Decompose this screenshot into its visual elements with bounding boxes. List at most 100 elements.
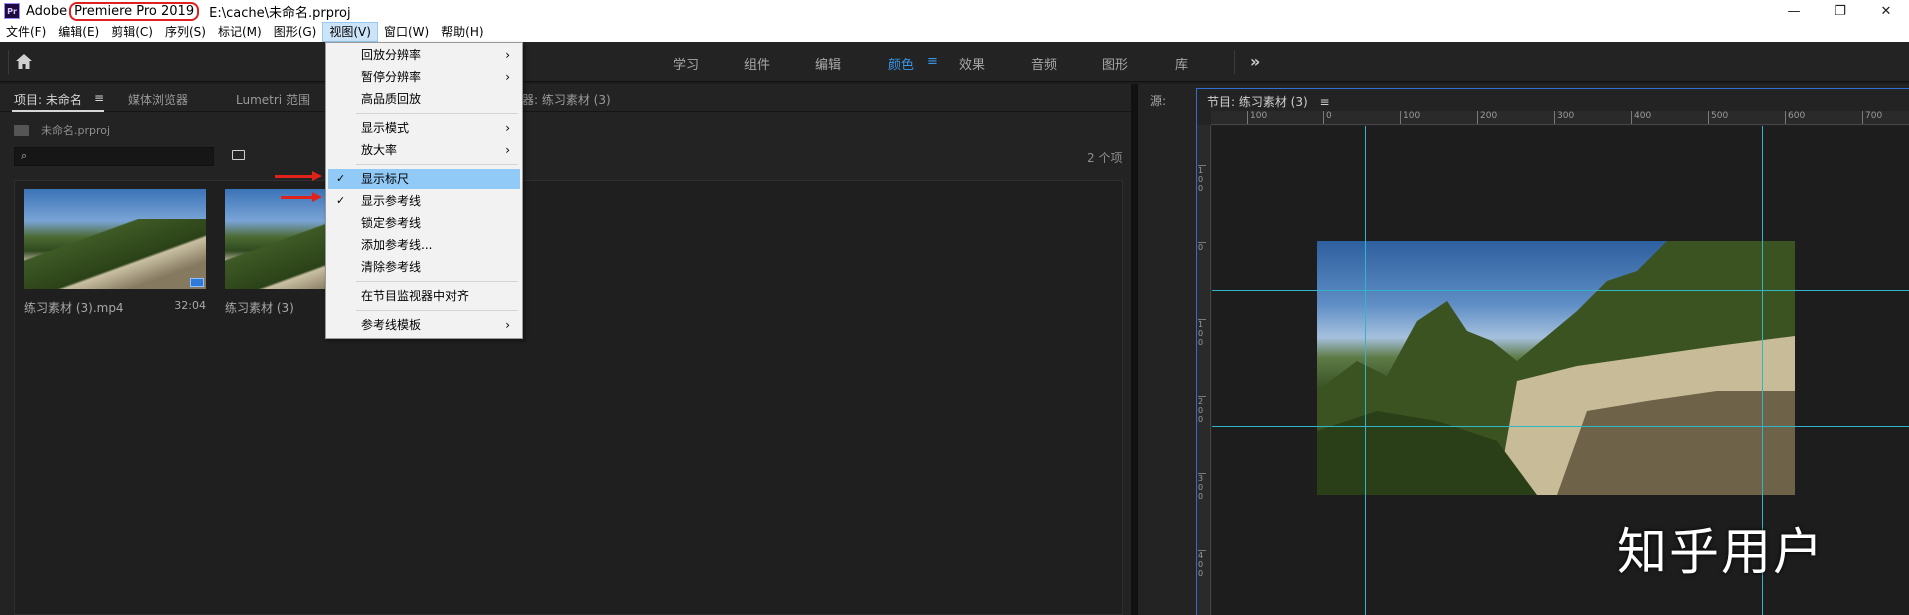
menu-item-label: 锁定参考线 [361, 216, 422, 230]
close-button[interactable]: ✕ [1863, 0, 1909, 22]
tab-assembly[interactable]: 组件 [744, 54, 770, 73]
horizontal-guide[interactable] [1212, 426, 1909, 427]
title-app-name: Premiere Pro 2019 [69, 1, 200, 21]
ruler-tick-label: 300 [1198, 473, 1206, 501]
menu-item-lock-guides[interactable]: 锁定参考线 [328, 213, 520, 233]
horizontal-ruler: 100 0 100 200 300 400 500 600 700 [1211, 111, 1909, 125]
workspace-bar: 学习 组件 编辑 颜色 ≡ 效果 音频 图形 库 » [0, 42, 1909, 82]
menu-item-show-guides[interactable]: ✓ 显示参考线 [328, 191, 520, 211]
menu-item-clear-guides[interactable]: 清除参考线 [328, 257, 520, 277]
clip-thumbnail[interactable] [24, 189, 206, 289]
home-icon[interactable] [14, 52, 34, 72]
workspace-menu-icon[interactable]: ≡ [927, 54, 938, 69]
menu-item-label: 高品质回放 [361, 92, 422, 106]
menu-sequence[interactable]: 序列(S) [159, 22, 212, 42]
menu-item-label: 显示模式 [361, 121, 410, 135]
menu-item-label: 显示参考线 [361, 194, 422, 208]
menu-file[interactable]: 文件(F) [0, 22, 52, 42]
vertical-ruler: 100 0 100 200 300 400 [1197, 125, 1211, 615]
tab-effects[interactable]: 效果 [959, 54, 985, 73]
tab-media-browser[interactable]: 媒体浏览器 [128, 91, 188, 108]
menu-bar: 文件(F) 编辑(E) 剪辑(C) 序列(S) 标记(M) 图形(G) 视图(V… [0, 22, 1909, 42]
menu-item-label: 参考线模板 [361, 318, 422, 332]
project-panel-tabs: 项目: 未命名 ≡ 媒体浏览器 Lumetri 范围 器: 练习素材 (3) [0, 84, 1131, 112]
ruler-tick-label: 100 [1400, 111, 1420, 124]
view-menu-dropdown: 回放分辨率 › 暂停分辨率 › 高品质回放 显示模式 › 放大率 › ✓ 显示标… [325, 42, 523, 339]
item-count: 2 个项 [1087, 151, 1123, 165]
tab-lumetri-scopes[interactable]: Lumetri 范围 [236, 91, 310, 108]
tab-libraries[interactable]: 库 [1175, 54, 1188, 73]
submenu-arrow-icon: › [505, 121, 510, 135]
more-workspaces-icon[interactable]: » [1250, 52, 1260, 71]
project-panel-menu-icon[interactable]: ≡ [94, 91, 104, 105]
ruler-tick-label: 0 [1323, 111, 1332, 124]
minimize-button[interactable]: — [1771, 0, 1817, 22]
project-search-input[interactable]: ⌕ [14, 147, 214, 166]
ruler-tick-label: 100 [1198, 165, 1206, 193]
annotation-arrow [281, 192, 322, 202]
watermark-text: 知乎用户 [1617, 523, 1825, 581]
menu-item-snap-in-program-monitor[interactable]: 在节目监视器中对齐 [328, 286, 520, 306]
title-bar: Pr Adobe Premiere Pro 2019 E:\cache\未命名.… [0, 0, 1909, 22]
tab-program-monitor[interactable]: 节目: 练习素材 (3) ≡ [1207, 93, 1330, 110]
ruler-tick-label: 500 [1708, 111, 1728, 124]
submenu-arrow-icon: › [505, 143, 510, 157]
panel-divider[interactable] [1131, 84, 1138, 615]
annotation-arrow [275, 171, 322, 181]
clip-item[interactable]: 练习素材 (3).mp4 32:04 [24, 189, 206, 316]
menu-separator [356, 164, 518, 165]
menu-item-label: 添加参考线... [361, 238, 433, 252]
tab-learning[interactable]: 学习 [673, 54, 699, 73]
ruler-tick-label: 200 [1198, 396, 1206, 424]
ruler-tick-label: 300 [1554, 111, 1574, 124]
horizontal-guide[interactable] [1212, 290, 1909, 291]
workspace-separator [1234, 50, 1235, 74]
menu-window[interactable]: 窗口(W) [378, 22, 435, 42]
clip-name: 练习素材 (3) [225, 301, 294, 315]
tab-source-clip[interactable]: 器: 练习素材 (3) [522, 91, 611, 108]
menu-item-playback-resolution[interactable]: 回放分辨率 › [328, 45, 520, 65]
tab-editing[interactable]: 编辑 [815, 54, 841, 73]
menu-clip[interactable]: 剪辑(C) [105, 22, 159, 42]
menu-markers[interactable]: 标记(M) [212, 22, 268, 42]
menu-item-display-mode[interactable]: 显示模式 › [328, 118, 520, 138]
menu-item-label: 放大率 [361, 143, 398, 157]
title-app-prefix: Adobe [26, 3, 68, 19]
menu-item-guide-templates[interactable]: 参考线模板 › [328, 315, 520, 335]
workspace-separator [8, 50, 9, 74]
title-project-path: E:\cache\未命名.prproj [209, 5, 351, 21]
tab-color[interactable]: 颜色 [888, 54, 914, 73]
restore-button[interactable]: ❐ [1817, 0, 1863, 22]
menu-item-magnification[interactable]: 放大率 › [328, 140, 520, 160]
tab-graphics[interactable]: 图形 [1102, 54, 1128, 73]
ruler-tick-label: 700 [1862, 111, 1882, 124]
ruler-tick-label: 400 [1631, 111, 1651, 124]
submenu-arrow-icon: › [505, 318, 510, 332]
menu-item-show-rulers[interactable]: ✓ 显示标尺 [328, 169, 520, 189]
tab-audio[interactable]: 音频 [1031, 54, 1057, 73]
menu-item-label: 回放分辨率 [361, 48, 422, 62]
clip-type-badge-icon [190, 278, 204, 287]
menu-item-high-quality-playback[interactable]: 高品质回放 [328, 89, 520, 109]
menu-view[interactable]: 视图(V) [322, 22, 378, 42]
menu-separator [356, 310, 518, 311]
premiere-logo-icon: Pr [4, 3, 20, 19]
menu-item-paused-resolution[interactable]: 暂停分辨率 › [328, 67, 520, 87]
program-panel-menu-icon[interactable]: ≡ [1320, 95, 1330, 109]
tab-source-monitor[interactable]: 源: [1150, 92, 1166, 109]
ruler-tick-label: 400 [1198, 550, 1206, 578]
submenu-arrow-icon: › [505, 70, 510, 84]
ruler-tick-label: 100 [1198, 319, 1206, 347]
new-search-bin-icon[interactable] [232, 150, 245, 160]
vertical-guide[interactable] [1365, 126, 1366, 615]
tab-project[interactable]: 项目: 未命名 [14, 91, 82, 108]
menu-edit[interactable]: 编辑(E) [52, 22, 105, 42]
menu-help[interactable]: 帮助(H) [435, 22, 489, 42]
project-file-name: 未命名.prproj [41, 124, 111, 137]
ruler-tick-label: 100 [1247, 111, 1267, 124]
menu-item-add-guide[interactable]: 添加参考线... [328, 235, 520, 255]
ruler-tick-label: 200 [1477, 111, 1497, 124]
menu-graphics[interactable]: 图形(G) [268, 22, 323, 42]
video-frame [1317, 241, 1795, 495]
folder-icon [14, 124, 29, 136]
